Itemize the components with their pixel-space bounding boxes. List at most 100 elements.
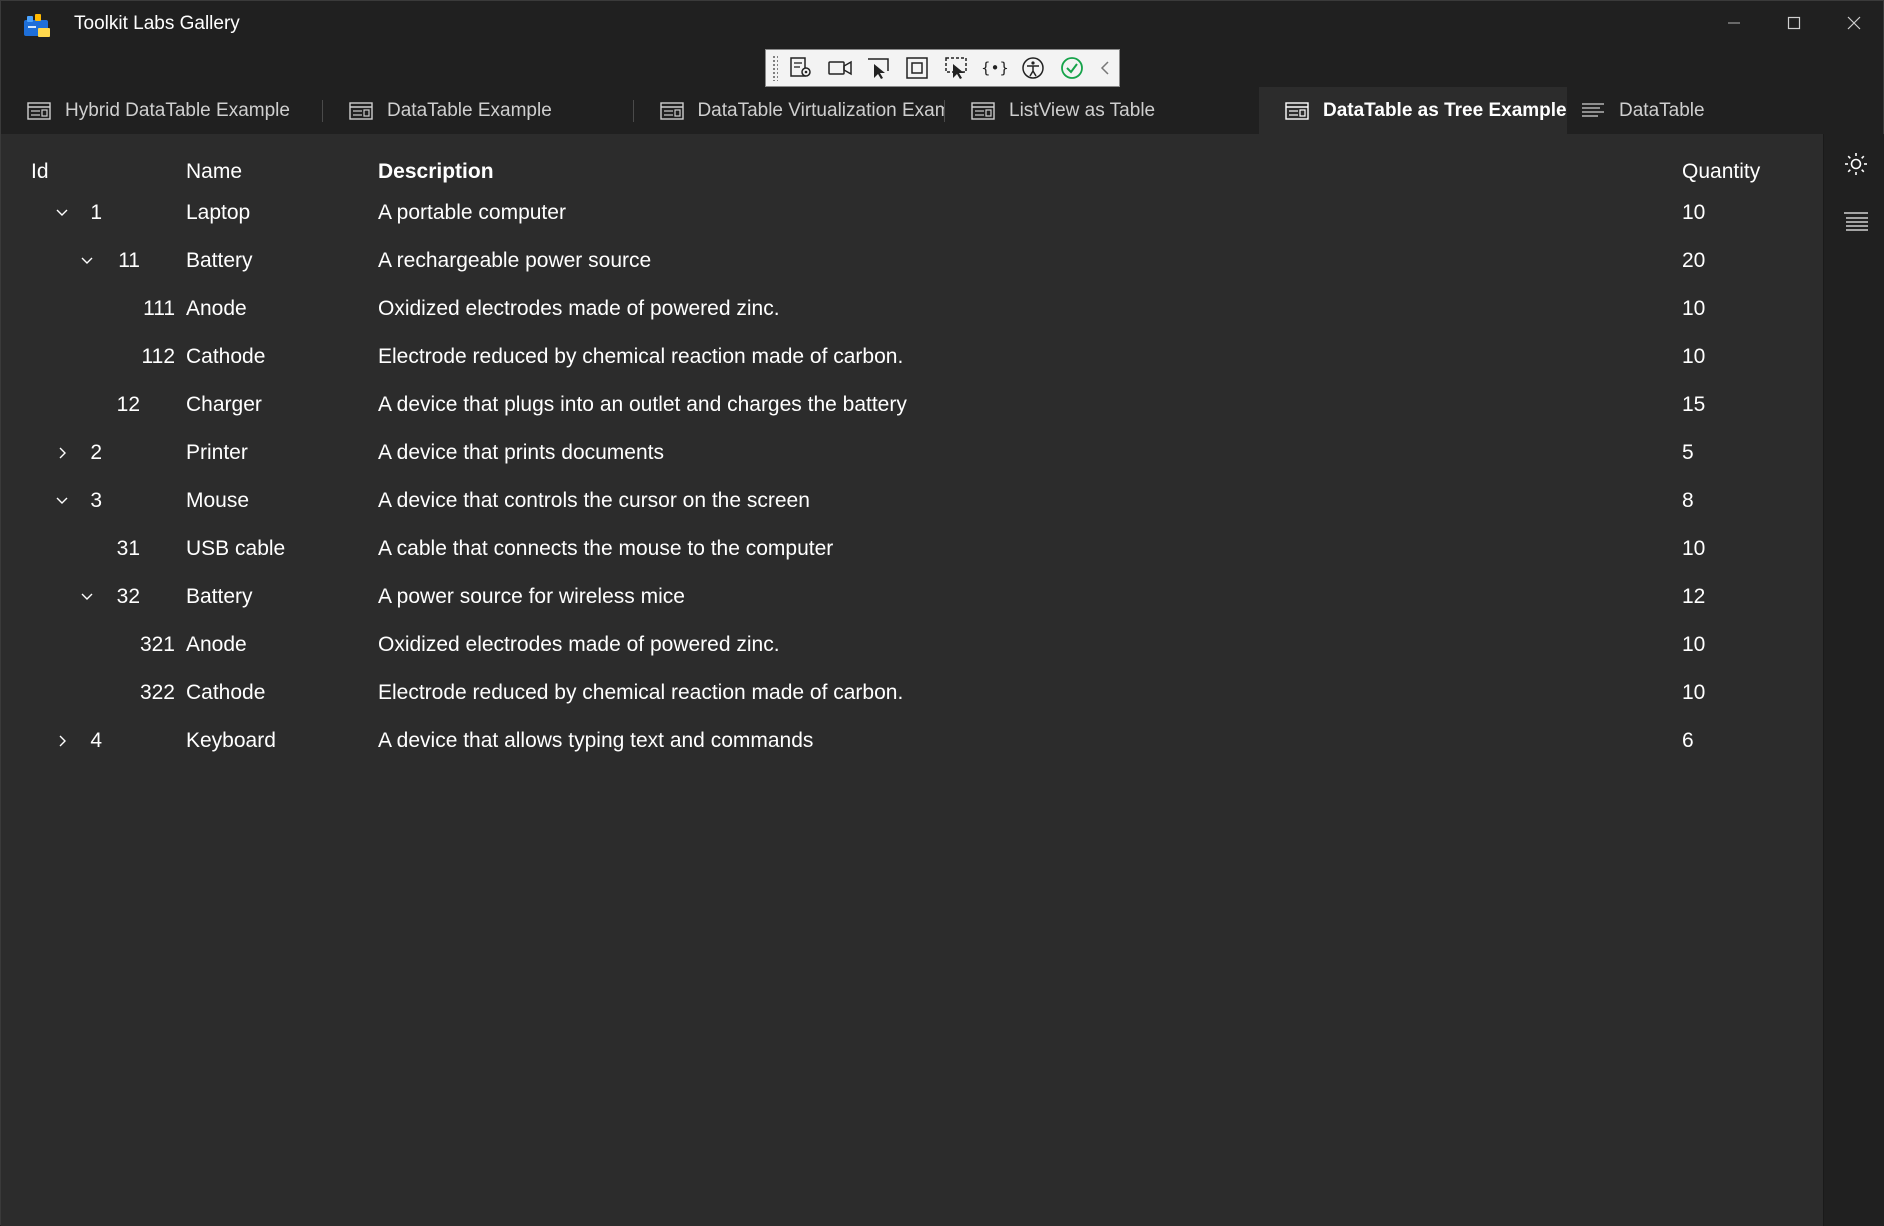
app-icon <box>23 14 51 38</box>
track-focus-button[interactable] <box>937 51 976 85</box>
table-row[interactable]: 2 Printer A device that prints documents 5 <box>1 429 1823 477</box>
cell-quantity: 8 <box>1682 489 1694 512</box>
cell-quantity: 10 <box>1682 345 1706 368</box>
close-button[interactable] <box>1824 1 1884 45</box>
chevron-down-icon[interactable] <box>76 586 98 608</box>
chevron-right-icon[interactable] <box>51 442 73 464</box>
table-row[interactable]: 322 Cathode Electrode reduced by chemical … <box>1 669 1823 717</box>
tab-datatable[interactable]: DataTable <box>1567 87 1823 134</box>
cell-description: A cable that connects the mouse to the c… <box>378 537 834 560</box>
cell-id: 1 <box>90 201 102 224</box>
cell-id: 111 <box>143 297 175 320</box>
cell-name: USB cable <box>186 537 286 560</box>
table-row[interactable]: 31 USB cable A cable that connects the mou… <box>1 525 1823 573</box>
table-row[interactable]: 111 Anode Oxidized electrodes made of powe… <box>1 285 1823 333</box>
binding-failures-button[interactable]: {•} <box>975 51 1014 85</box>
table-row[interactable]: 12 Charger A device that plugs into an out… <box>1 381 1823 429</box>
chevron-right-icon[interactable] <box>51 730 73 752</box>
column-header-quantity[interactable]: Quantity <box>1682 160 1760 184</box>
theme-toggle-button[interactable] <box>1840 148 1872 180</box>
table-row[interactable]: 112 Cathode Electrode reduced by chemical … <box>1 333 1823 381</box>
cell-name: Cathode <box>186 681 266 704</box>
window-title: Toolkit Labs Gallery <box>74 13 240 34</box>
table-row[interactable]: 321 Anode Oxidized electrodes made of powe… <box>1 621 1823 669</box>
table-icon <box>349 101 375 121</box>
table-row[interactable]: 4 Keyboard A device that allows typing tex… <box>1 717 1823 765</box>
tab-label: DataTable Example <box>387 99 552 121</box>
column-header-id[interactable]: Id <box>31 160 49 184</box>
text-lines-icon <box>1581 101 1607 121</box>
tab-strip: Hybrid DataTable Example DataTable Examp… <box>1 87 1884 134</box>
live-visual-tree-button[interactable] <box>782 51 821 85</box>
cell-id: 112 <box>141 345 175 368</box>
right-rail <box>1823 134 1884 1226</box>
cell-id: 31 <box>116 537 140 560</box>
table-row[interactable]: 3 Mouse A device that controls the cursor … <box>1 477 1823 525</box>
table-icon <box>971 101 997 121</box>
close-icon <box>1847 16 1861 30</box>
cell-id: 11 <box>118 249 140 272</box>
maximize-button[interactable] <box>1764 1 1824 45</box>
cell-name: Laptop <box>186 201 251 224</box>
display-layout-adorners-button[interactable] <box>898 51 937 85</box>
collapse-toolbar-button[interactable] <box>1091 51 1119 85</box>
tab-label: Hybrid DataTable Example <box>65 99 290 121</box>
column-header-description[interactable]: Description <box>378 160 494 184</box>
tab-datatable-as-tree-example[interactable]: DataTable as Tree Example <box>1259 87 1567 134</box>
table-row[interactable]: 1 Laptop A portable computer 10 <box>1 189 1823 237</box>
tab-label: ListView as Table <box>1009 99 1156 121</box>
accessibility-button[interactable] <box>1014 51 1053 85</box>
select-element-button[interactable] <box>859 51 898 85</box>
cell-quantity: 12 <box>1682 585 1706 608</box>
toolbar-grip[interactable] <box>772 55 778 81</box>
maximize-icon <box>1787 16 1801 30</box>
minimize-button[interactable] <box>1704 1 1764 45</box>
collapse-toolbar-icon <box>1101 61 1109 75</box>
table-icon <box>1285 101 1311 121</box>
cell-quantity: 5 <box>1682 441 1694 464</box>
tab-label: DataTable as Tree Example <box>1323 99 1567 121</box>
tab-hybrid-datatable-example[interactable]: Hybrid DataTable Example <box>1 87 323 134</box>
cell-id: 2 <box>90 441 102 464</box>
cell-name: Cathode <box>186 345 266 368</box>
table-row[interactable]: 11 Battery A rechargeable power source 20 <box>1 237 1823 285</box>
chevron-down-icon[interactable] <box>51 202 73 224</box>
cell-name: Battery <box>186 585 253 608</box>
cell-id: 322 <box>139 681 175 704</box>
cell-name: Anode <box>186 633 247 656</box>
cell-quantity: 10 <box>1682 201 1706 224</box>
app-window: Toolkit Labs Gallery {•} Hybrid DataTabl… <box>0 0 1884 1226</box>
cell-description: Oxidized electrodes made of powered zinc… <box>378 633 780 656</box>
cell-name: Charger <box>186 393 262 416</box>
record-button[interactable] <box>821 51 860 85</box>
cell-description: A portable computer <box>378 201 566 224</box>
accessibility-check-button[interactable] <box>1053 51 1092 85</box>
in-app-debug-toolbar: {•} <box>765 49 1120 87</box>
cell-description: Electrode reduced by chemical reaction m… <box>378 345 904 368</box>
cell-quantity: 10 <box>1682 297 1706 320</box>
cell-quantity: 6 <box>1682 729 1694 752</box>
live-visual-tree-icon <box>790 57 812 77</box>
track-focus-icon <box>945 57 967 79</box>
table-row[interactable]: 32 Battery A power source for wireless mic… <box>1 573 1823 621</box>
cell-quantity: 10 <box>1682 537 1706 560</box>
chevron-down-icon[interactable] <box>76 250 98 272</box>
cell-description: A device that controls the cursor on the… <box>378 489 810 512</box>
cell-id: 32 <box>116 585 140 608</box>
list-view-button[interactable] <box>1840 206 1872 238</box>
title-bar[interactable]: Toolkit Labs Gallery <box>1 1 1884 51</box>
cell-description: A device that prints documents <box>378 441 664 464</box>
binding-failures-icon: {•} <box>982 59 1008 77</box>
tab-datatable-virtualization-example[interactable]: DataTable Virtualization Example <box>634 87 945 134</box>
cell-name: Anode <box>186 297 247 320</box>
cell-name: Printer <box>186 441 248 464</box>
cell-description: Electrode reduced by chemical reaction m… <box>378 681 904 704</box>
column-header-name[interactable]: Name <box>186 160 242 184</box>
cell-description: A rechargeable power source <box>378 249 652 272</box>
cell-quantity: 10 <box>1682 681 1706 704</box>
chevron-down-icon[interactable] <box>51 490 73 512</box>
table-icon <box>27 101 53 121</box>
tab-listview-as-table[interactable]: ListView as Table <box>945 87 1257 134</box>
tab-datatable-example[interactable]: DataTable Example <box>323 87 634 134</box>
cell-quantity: 10 <box>1682 633 1706 656</box>
